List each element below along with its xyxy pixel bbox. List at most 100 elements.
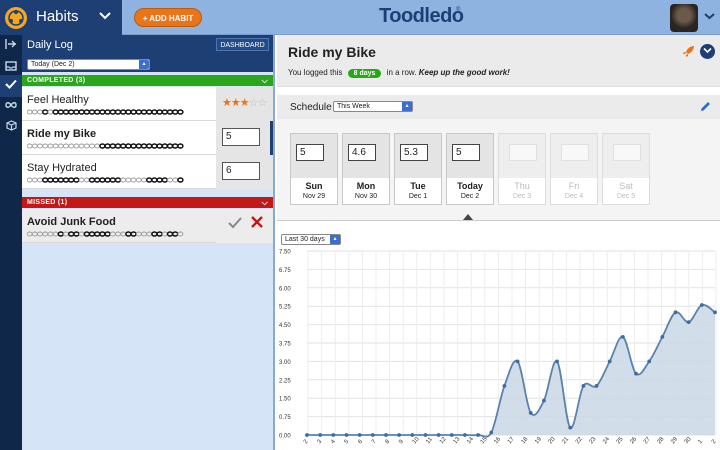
data-point[interactable]: [594, 384, 599, 388]
day-value-input[interactable]: 5.3: [400, 144, 428, 161]
star-empty-icon[interactable]: ☆: [258, 97, 268, 109]
habit-row-ride-my-bike[interactable]: Ride my Bike 5: [22, 121, 273, 155]
close-icon[interactable]: [251, 215, 263, 233]
account-chevron-icon[interactable]: [704, 11, 715, 24]
data-point[interactable]: [673, 310, 678, 315]
day-card[interactable]: 4.6 Mon Nov 30: [342, 133, 390, 205]
data-point[interactable]: [568, 425, 573, 430]
data-point[interactable]: [344, 433, 349, 437]
day-card: Sat Dec 5: [602, 133, 650, 205]
data-point[interactable]: [449, 433, 454, 437]
chain-link: [88, 231, 96, 237]
missed-section-bar[interactable]: MISSED (1) ⌵: [22, 197, 273, 208]
data-point[interactable]: [463, 433, 467, 437]
chain-link: [99, 109, 106, 115]
day-date: Dec 4: [564, 193, 584, 200]
data-point[interactable]: [528, 411, 533, 415]
star-empty-icon[interactable]: ☆: [249, 97, 259, 109]
x-tick-label: 1: [697, 438, 704, 445]
data-point[interactable]: [515, 359, 520, 364]
day-value-input[interactable]: 4.6: [348, 144, 376, 161]
data-point[interactable]: [410, 433, 415, 437]
date-select[interactable]: Today (Dec 2) ▴: [27, 59, 150, 70]
data-point[interactable]: [331, 433, 336, 437]
chain-link: [27, 143, 33, 149]
data-point[interactable]: [476, 433, 480, 437]
chain-link: [47, 143, 54, 149]
check-icon[interactable]: [228, 216, 242, 233]
add-habit-button[interactable]: + ADD HABIT: [134, 8, 202, 27]
data-point[interactable]: [318, 433, 323, 437]
collapse-icon[interactable]: [0, 35, 22, 57]
data-point[interactable]: [607, 359, 612, 364]
active-row-marker: [270, 121, 273, 155]
habit-value-input[interactable]: 5: [222, 128, 260, 146]
check-icon[interactable]: [0, 75, 22, 97]
chain-link: [93, 231, 101, 237]
habit-name: Ride my Bike: [27, 128, 97, 140]
y-tick-label: 5.25: [279, 305, 291, 311]
habit-value-input[interactable]: 6: [222, 162, 260, 180]
data-point[interactable]: [699, 303, 704, 307]
app-switcher[interactable]: Habits: [0, 0, 122, 35]
data-point[interactable]: [384, 433, 388, 437]
dashboard-button[interactable]: DASHBOARD: [216, 38, 269, 51]
infinity-icon[interactable]: [0, 95, 22, 117]
x-tick-label: 27: [643, 436, 652, 445]
data-point[interactable]: [370, 433, 375, 437]
habit-row-feel-healthy[interactable]: Feel Healthy ★★★☆☆: [22, 87, 273, 121]
day-date: Nov 29: [302, 193, 326, 200]
x-tick-label: 22: [575, 436, 584, 445]
data-point[interactable]: [660, 334, 665, 339]
star-filled-icon[interactable]: ★: [240, 97, 250, 109]
data-point[interactable]: [634, 371, 638, 376]
chevron-down-icon[interactable]: [99, 10, 111, 24]
star-filled-icon[interactable]: ★: [231, 97, 241, 109]
star-filled-icon[interactable]: ★: [222, 97, 232, 109]
rocket-icon[interactable]: [682, 45, 695, 61]
x-tick-label: 4: [330, 438, 337, 445]
data-point[interactable]: [542, 398, 546, 403]
y-tick-label: 1.50: [279, 397, 291, 403]
day-card[interactable]: 5 Sun Nov 29: [290, 133, 338, 205]
chain-link: [93, 177, 101, 183]
day-card-today[interactable]: 5 Today Dec 2: [446, 133, 494, 205]
day-date: Dec 3: [512, 193, 532, 200]
data-point[interactable]: [620, 334, 625, 339]
chevron-down-icon[interactable]: [700, 44, 715, 59]
data-point[interactable]: [489, 430, 494, 435]
day-value-input[interactable]: 5: [452, 144, 480, 161]
data-point[interactable]: [357, 433, 362, 437]
habit-detail-header: Ride my Bike You logged this 8 days in a…: [277, 35, 720, 87]
pencil-icon[interactable]: [699, 100, 712, 116]
habit-row-stay-hydrated[interactable]: Stay Hydrated 6: [22, 155, 273, 189]
data-point[interactable]: [502, 384, 507, 388]
range-select[interactable]: Last 30 days ▴: [281, 234, 341, 245]
data-point[interactable]: [581, 384, 586, 388]
box-icon[interactable]: [0, 117, 22, 139]
completed-section-bar[interactable]: COMPLETED (3) ⌵: [22, 75, 273, 86]
week-select[interactable]: This Week ▴: [333, 101, 413, 112]
data-point[interactable]: [397, 433, 402, 437]
star-rating[interactable]: ★★★☆☆: [222, 96, 268, 109]
range-select-value: Last 30 days: [285, 236, 325, 243]
chain-link: [146, 231, 153, 237]
chain-link: [171, 109, 179, 115]
day-card[interactable]: 5.3 Tue Dec 1: [394, 133, 442, 205]
data-point[interactable]: [686, 320, 691, 325]
habit-row-avoid-junk-food[interactable]: Avoid Junk Food: [22, 209, 273, 243]
day-value-input[interactable]: 5: [296, 144, 324, 161]
data-point[interactable]: [713, 310, 717, 315]
day-date: Nov 30: [354, 193, 378, 200]
chain-link: [161, 143, 169, 149]
chain-link: [37, 231, 43, 237]
data-point[interactable]: [305, 433, 309, 437]
data-point[interactable]: [423, 433, 428, 437]
chain-link: [89, 143, 95, 149]
data-point[interactable]: [555, 359, 559, 364]
data-point[interactable]: [647, 359, 652, 364]
data-point[interactable]: [436, 433, 441, 437]
chain-link: [41, 109, 49, 115]
y-tick-label: 0.00: [279, 434, 291, 440]
avatar[interactable]: [670, 4, 698, 32]
